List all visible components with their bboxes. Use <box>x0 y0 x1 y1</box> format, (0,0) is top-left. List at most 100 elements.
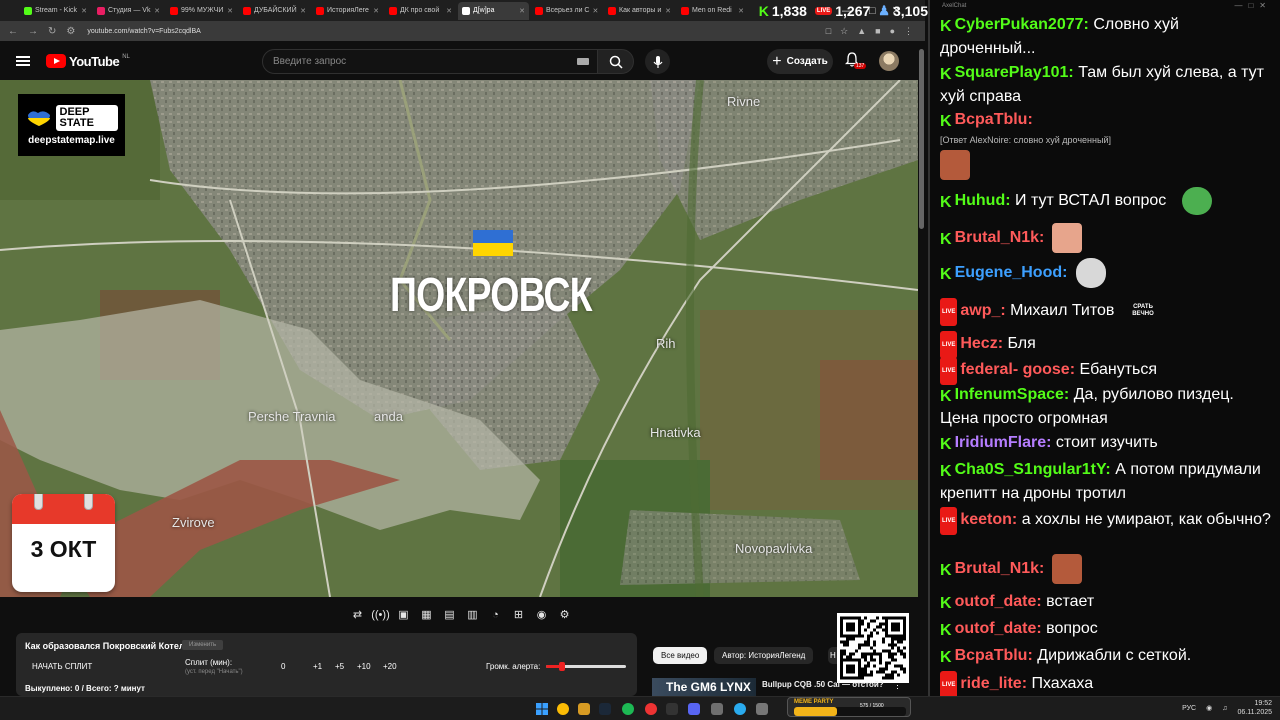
recommended-video-title[interactable]: Bullpup CQB .50 Cal — отстой? <box>762 680 884 689</box>
tab-close-icon[interactable]: ✕ <box>738 7 744 15</box>
youtube-logo[interactable]: YouTube NL <box>46 54 130 69</box>
more-options-icon[interactable]: ⋮ <box>893 680 902 691</box>
browser-tab[interactable]: ДК про свой ✕ <box>385 2 456 20</box>
video-player[interactable]: Rivne Rih Pershe Travnia Hnativka Zvirov… <box>0 80 918 597</box>
obs-icon[interactable] <box>645 703 657 715</box>
reload-icon[interactable]: ↻ <box>48 26 56 37</box>
spotify-icon[interactable] <box>622 703 634 715</box>
chat-username[interactable]: IridiumFlare: <box>955 434 1052 451</box>
chat-window-controls[interactable]: —□✕ <box>1234 1 1272 10</box>
tab-close-icon[interactable]: ✕ <box>300 7 306 15</box>
chat-username[interactable]: CyberPukan2077: <box>955 16 1089 33</box>
start-split-button[interactable]: НАЧАТЬ СПЛИТ <box>32 662 92 671</box>
account-avatar[interactable] <box>879 51 899 71</box>
search-input[interactable] <box>273 56 577 67</box>
chip-all-videos[interactable]: Все видео <box>653 647 708 664</box>
chat-username[interactable]: federal- goose: <box>960 361 1075 378</box>
chat-username[interactable]: Brutal_N1k: <box>955 229 1045 246</box>
chat-username[interactable]: awp_: <box>960 302 1005 319</box>
search-button[interactable] <box>597 49 634 74</box>
chrome-icon[interactable] <box>557 703 569 715</box>
menu-dots-icon[interactable]: ⋮ <box>904 26 913 37</box>
alert-volume-slider[interactable] <box>546 662 626 671</box>
wifi-icon[interactable]: ◉ <box>1206 704 1212 712</box>
settings-icon[interactable]: ⚙ <box>555 606 574 623</box>
loop-icon[interactable]: ⇄ <box>348 606 367 623</box>
telegram-icon[interactable] <box>734 703 746 715</box>
add-box-icon[interactable]: ⊞ <box>509 606 528 623</box>
chat-username[interactable]: outof_date: <box>955 593 1042 610</box>
picture-in-picture-icon[interactable]: ▤ <box>440 606 459 623</box>
page-scrollbar[interactable] <box>918 41 925 696</box>
back-icon[interactable]: ← <box>8 26 18 37</box>
split-edit-button[interactable]: Изменить <box>182 640 224 650</box>
file-explorer-icon[interactable] <box>578 703 590 715</box>
browser-tab[interactable]: ИсторияЛеге ✕ <box>312 2 383 20</box>
voice-search-button[interactable] <box>645 49 670 74</box>
tab-close-icon[interactable]: ✕ <box>227 7 233 15</box>
browser-tab[interactable]: Men on Redi ✕ <box>677 2 748 20</box>
windows-start-icon[interactable] <box>536 703 548 715</box>
tab-close-icon[interactable]: ✕ <box>154 7 160 15</box>
discord-icon[interactable] <box>688 703 700 715</box>
chip-author[interactable]: Автор: ИсторияЛегенд <box>714 647 814 664</box>
chat-username[interactable]: keeton: <box>960 511 1017 528</box>
bookmark-star-icon[interactable]: ☆ <box>840 26 848 37</box>
tab-close-icon[interactable]: ✕ <box>373 7 379 15</box>
increment-button[interactable]: +1 <box>313 662 322 671</box>
cast-icon[interactable]: ▣ <box>394 606 413 623</box>
speed-icon[interactable]: ◔ <box>486 606 505 623</box>
create-button[interactable]: + Создать <box>767 49 833 74</box>
site-info-icon[interactable]: ⚙ <box>66 26 75 37</box>
camera-icon[interactable]: ◉ <box>532 606 551 623</box>
chat-username[interactable]: BcpaTblu: <box>955 111 1033 128</box>
language-indicator[interactable]: РУС <box>1182 705 1196 712</box>
profile-icon[interactable]: ● <box>890 26 895 36</box>
chat-username[interactable]: Brutal_N1k: <box>955 560 1045 577</box>
extension-icon[interactable]: ▲ <box>857 26 866 36</box>
browser-tab[interactable]: Всерьез ли С ✕ <box>531 2 602 20</box>
chat-username[interactable]: Huhud: <box>955 192 1011 209</box>
tab-close-icon[interactable]: ✕ <box>593 7 599 15</box>
steam-icon[interactable] <box>599 703 611 715</box>
chat-username[interactable]: BcpaTblu: <box>955 647 1033 664</box>
hamburger-menu-icon[interactable] <box>16 56 30 66</box>
volume-icon[interactable]: ♫ <box>1222 705 1227 712</box>
browser-tab[interactable]: Как авторы и ✕ <box>604 2 675 20</box>
scrollbar-thumb[interactable] <box>919 49 924 229</box>
extension-icon[interactable]: ■ <box>875 26 880 36</box>
browser-tab[interactable]: Stream - Kick ✕ <box>20 2 91 20</box>
tab-close-icon[interactable]: ✕ <box>446 7 452 15</box>
tab-close-icon[interactable]: ✕ <box>665 7 671 15</box>
chat-username[interactable]: ride_lite: <box>960 675 1027 692</box>
app-icon[interactable] <box>711 703 723 715</box>
alert-volume-handle[interactable] <box>559 662 565 671</box>
browser-tab[interactable]: 99% МУЖЧИ ✕ <box>166 2 237 20</box>
notifications-button[interactable]: 137 <box>844 52 867 72</box>
chat-username[interactable]: InfenumSpace: <box>955 386 1070 403</box>
forward-icon[interactable]: → <box>28 26 38 37</box>
browser-tab[interactable]: Д[w]ра ✕ <box>458 1 529 20</box>
clapperboard-icon[interactable]: ▦ <box>417 606 436 623</box>
chat-username[interactable]: Cha0S_S1ngular1tY: <box>955 461 1111 478</box>
browser-tab[interactable]: ДУБАЙСКИЙ ✕ <box>239 2 310 20</box>
install-icon[interactable]: □ <box>826 26 831 36</box>
chat-username[interactable]: Hecz: <box>960 335 1003 352</box>
tab-close-icon[interactable]: ✕ <box>519 7 525 15</box>
browser-tab[interactable]: Студия — Vk ✕ <box>93 2 164 20</box>
url-field[interactable]: youtube.com/watch?v=Fubs2cqdlBA <box>87 28 200 35</box>
tab-close-icon[interactable]: ✕ <box>81 7 87 15</box>
app-icon[interactable] <box>756 703 768 715</box>
chat-username[interactable]: outof_date: <box>955 620 1042 637</box>
broadcast-icon[interactable]: ((•)) <box>371 606 390 623</box>
split-minutes-value[interactable]: 0 <box>281 662 285 671</box>
recommended-video-thumbnail[interactable]: The GM6 LYNX <box>652 678 756 696</box>
increment-button[interactable]: +10 <box>357 662 371 671</box>
increment-button[interactable]: +20 <box>383 662 397 671</box>
chat-username[interactable]: SquarePlay101: <box>955 64 1074 81</box>
chat-username[interactable]: Eugene_Hood: <box>955 264 1068 281</box>
app-icon[interactable] <box>666 703 678 715</box>
subtitles-icon[interactable]: ▥ <box>463 606 482 623</box>
system-clock[interactable]: 19:52 06.11.2025 <box>1237 699 1272 717</box>
increment-button[interactable]: +5 <box>335 662 344 671</box>
